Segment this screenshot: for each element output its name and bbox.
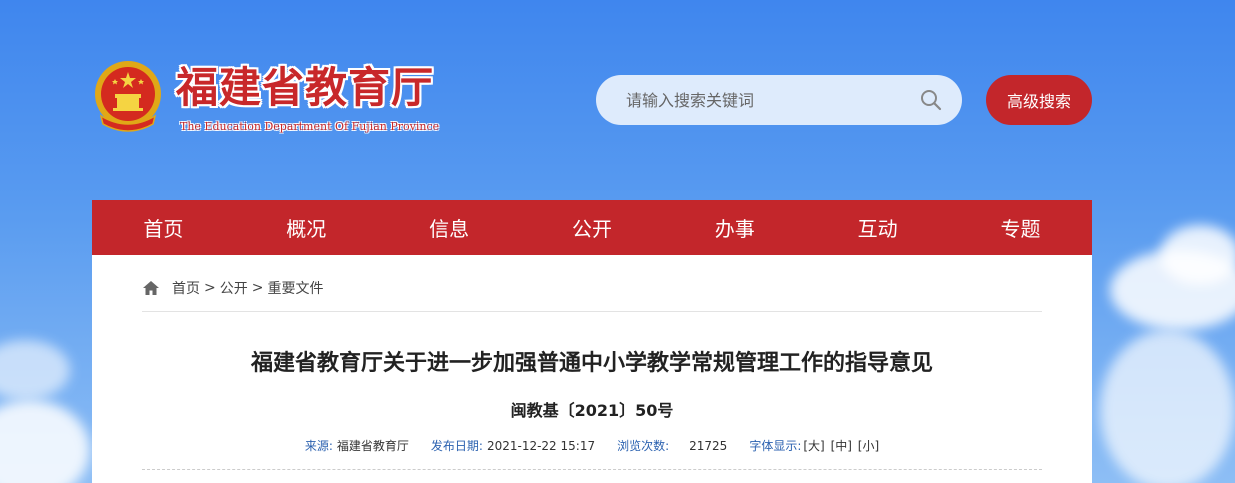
nav-item-topics[interactable]: 专题 [949, 200, 1092, 255]
home-icon [143, 281, 159, 295]
meta-source-label: 来源: [304, 439, 333, 453]
national-emblem-icon [95, 61, 161, 132]
meta-views-label: 浏览次数: [617, 439, 670, 453]
meta-date-label: 发布日期: [430, 439, 483, 453]
meta-font-size: 字体显示: [大] [中] [小] [749, 437, 879, 454]
document-number: 闽教基〔2021〕50号 [510, 401, 674, 420]
main-nav: 首页 概况 信息 公开 办事 互动 专题 [92, 200, 1092, 255]
search-box [596, 75, 962, 125]
nav-item-services[interactable]: 办事 [663, 200, 806, 255]
breadcrumb-separator: > [251, 280, 264, 296]
site-header: 福建省教育厅 The Education Department Of Fujia… [0, 0, 1235, 200]
nav-item-home[interactable]: 首页 [92, 200, 235, 255]
meta-views-value: 21725 [689, 439, 728, 453]
article-panel: 首页 > 公开 > 重要文件 福建省教育厅关于进一步加强普通中小学教学常规管理工… [92, 255, 1092, 483]
cloud-decoration [1160, 225, 1235, 285]
meta-divider [142, 469, 1042, 470]
cloud-decoration [1100, 330, 1235, 483]
font-small-link[interactable]: [小] [858, 439, 879, 453]
site-subtitle: The Education Department Of Fujian Provi… [180, 120, 440, 133]
breadcrumb-important-docs[interactable]: 重要文件 [267, 278, 323, 298]
breadcrumb-separator: > [204, 280, 216, 296]
font-medium-link[interactable]: [中] [831, 439, 852, 453]
nav-item-public[interactable]: 公开 [521, 200, 664, 255]
breadcrumb: 首页 > 公开 > 重要文件 [142, 278, 323, 298]
site-title: 福建省教育厅 [176, 63, 435, 112]
font-large-link[interactable]: [大] [803, 439, 824, 453]
search-input[interactable] [626, 90, 918, 110]
article-title: 福建省教育厅关于进一步加强普通中小学教学常规管理工作的指导意见 [250, 351, 933, 376]
meta-date-value: 2021-12-22 15:17 [486, 439, 596, 453]
breadcrumb-public[interactable]: 公开 [220, 278, 248, 298]
nav-item-overview[interactable]: 概况 [235, 200, 378, 255]
advanced-search-button[interactable]: 高级搜索 [986, 75, 1092, 125]
meta-source-value: 福建省教育厅 [336, 439, 409, 453]
breadcrumb-home[interactable]: 首页 [172, 278, 200, 298]
meta-source: 来源: 福建省教育厅 [305, 437, 409, 454]
cloud-decoration [0, 400, 90, 483]
meta-font-label: 字体显示: [749, 439, 802, 453]
cloud-decoration [0, 340, 70, 400]
nav-item-information[interactable]: 信息 [378, 200, 521, 255]
meta-views: 浏览次数: 21725 [617, 437, 727, 454]
nav-item-interaction[interactable]: 互动 [806, 200, 949, 255]
search-icon[interactable] [918, 87, 944, 113]
article-meta: 来源: 福建省教育厅 发布日期: 2021-12-22 15:17 浏览次数: 217… [92, 437, 1092, 454]
meta-date: 发布日期: 2021-12-22 15:17 [431, 437, 595, 454]
breadcrumb-divider [142, 311, 1042, 312]
